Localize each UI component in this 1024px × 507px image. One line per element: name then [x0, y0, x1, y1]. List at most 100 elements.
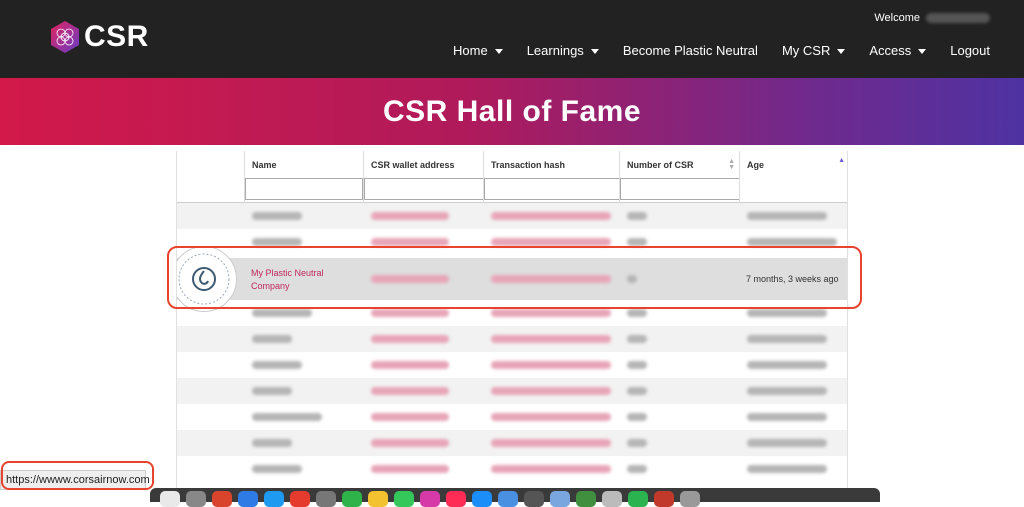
- nav-become-plastic-neutral-label: Become Plastic Neutral: [622, 43, 758, 58]
- photos-icon[interactable]: [420, 491, 440, 507]
- app-icon[interactable]: [602, 491, 622, 507]
- blurred-name: [252, 212, 302, 220]
- sort-icon[interactable]: ▲ ▼: [728, 158, 735, 171]
- table-row[interactable]: [177, 378, 847, 404]
- nav-home[interactable]: Home: [453, 43, 503, 58]
- blurred-wallet: [371, 212, 449, 220]
- table-row[interactable]: [177, 203, 847, 229]
- chevron-down-icon: [837, 49, 846, 54]
- blurred-age: [747, 335, 827, 343]
- blurred-wallet: [371, 309, 449, 317]
- blurred-hash: [491, 439, 611, 447]
- table-row[interactable]: [177, 326, 847, 352]
- nav-access-label: Access: [869, 43, 912, 58]
- mail-icon[interactable]: [238, 491, 258, 507]
- app-icon[interactable]: [576, 491, 596, 507]
- table-row[interactable]: [177, 456, 847, 482]
- table-row[interactable]: [177, 352, 847, 378]
- column-number-csr-label: Number of CSR: [627, 160, 694, 170]
- blurred-hash: [491, 335, 611, 343]
- finder-icon[interactable]: [160, 491, 180, 507]
- safari-icon[interactable]: [264, 491, 284, 507]
- nav-my-csr[interactable]: My CSR: [782, 43, 846, 58]
- chevron-down-icon: [918, 49, 927, 54]
- blurred-hash: [491, 413, 611, 421]
- nav-logout[interactable]: Logout: [950, 43, 990, 58]
- settings-icon[interactable]: [316, 491, 336, 507]
- blurred-name: [252, 465, 302, 473]
- column-tx-hash-label: Transaction hash: [491, 160, 566, 170]
- filter-wallet-input[interactable]: [364, 178, 484, 200]
- top-navbar: CSR Welcome Home Learnings Become Plasti…: [0, 0, 1024, 78]
- column-number-csr[interactable]: Number of CSR ▲ ▼: [619, 151, 740, 203]
- app-icon[interactable]: [654, 491, 674, 507]
- blurred-wallet: [371, 238, 449, 246]
- column-name-label: Name: [252, 160, 277, 170]
- blurred-count: [627, 212, 647, 220]
- blurred-age: [747, 361, 827, 369]
- column-wallet-label: CSR wallet address: [371, 160, 455, 170]
- facetime-icon[interactable]: [628, 491, 648, 507]
- column-wallet[interactable]: CSR wallet address: [363, 151, 484, 203]
- numbers-icon[interactable]: [342, 491, 362, 507]
- nav-become-plastic-neutral[interactable]: Become Plastic Neutral: [623, 43, 758, 58]
- page-title: CSR Hall of Fame: [382, 94, 642, 128]
- trash-icon[interactable]: [680, 491, 700, 507]
- nav-logout-label: Logout: [950, 43, 990, 58]
- url-annotation-box: [1, 461, 154, 490]
- blurred-wallet: [371, 439, 449, 447]
- table-row[interactable]: [177, 430, 847, 456]
- site-logo[interactable]: CSR: [50, 20, 149, 54]
- blurred-wallet: [371, 335, 449, 343]
- blurred-wallet: [371, 361, 449, 369]
- table-row[interactable]: [177, 404, 847, 430]
- blurred-count: [627, 413, 647, 421]
- column-name[interactable]: Name: [244, 151, 363, 203]
- chrome-icon[interactable]: [212, 491, 232, 507]
- blurred-count: [627, 439, 647, 447]
- blurred-count: [627, 465, 647, 473]
- blurred-hash: [491, 309, 611, 317]
- filter-tx-hash-input[interactable]: [484, 178, 620, 200]
- logo-text: CSR: [84, 20, 149, 53]
- column-tx-hash[interactable]: Transaction hash: [483, 151, 620, 203]
- terminal-icon[interactable]: [524, 491, 544, 507]
- blurred-age: [747, 309, 827, 317]
- blurred-wallet: [371, 387, 449, 395]
- app-store-icon[interactable]: [472, 491, 492, 507]
- blurred-name: [252, 309, 312, 317]
- blurred-count: [627, 387, 647, 395]
- filter-number-csr-input[interactable]: [620, 178, 740, 200]
- blurred-count: [627, 335, 647, 343]
- welcome-user: Welcome: [874, 12, 990, 24]
- blurred-wallet: [371, 465, 449, 473]
- user-name-redacted: [926, 13, 990, 23]
- music-icon[interactable]: [446, 491, 466, 507]
- blurred-name: [252, 439, 292, 447]
- blurred-hash: [491, 238, 611, 246]
- table-header: Name CSR wallet address Transaction hash…: [177, 151, 847, 203]
- calendar-icon[interactable]: [290, 491, 310, 507]
- sort-ascending-icon[interactable]: ▲: [838, 157, 845, 164]
- welcome-label: Welcome: [874, 12, 920, 24]
- blurred-hash: [491, 361, 611, 369]
- filter-name-input[interactable]: [245, 178, 363, 200]
- hall-of-fame-table: Name CSR wallet address Transaction hash…: [176, 151, 848, 491]
- blurred-name: [252, 413, 322, 421]
- blurred-hash: [491, 212, 611, 220]
- maps-icon[interactable]: [498, 491, 518, 507]
- blurred-age: [747, 212, 827, 220]
- nav-learnings[interactable]: Learnings: [527, 43, 599, 58]
- notes-icon[interactable]: [368, 491, 388, 507]
- messages-icon[interactable]: [394, 491, 414, 507]
- nav-access[interactable]: Access: [869, 43, 927, 58]
- chevron-down-icon: [590, 49, 599, 54]
- nav-home-label: Home: [453, 43, 488, 58]
- blurred-count: [627, 361, 647, 369]
- main-nav: Home Learnings Become Plastic Neutral My…: [429, 43, 990, 58]
- launchpad-icon[interactable]: [186, 491, 206, 507]
- blurred-name: [252, 361, 302, 369]
- preview-icon[interactable]: [550, 491, 570, 507]
- column-age[interactable]: Age ▲: [739, 151, 847, 203]
- macos-dock: [150, 488, 880, 507]
